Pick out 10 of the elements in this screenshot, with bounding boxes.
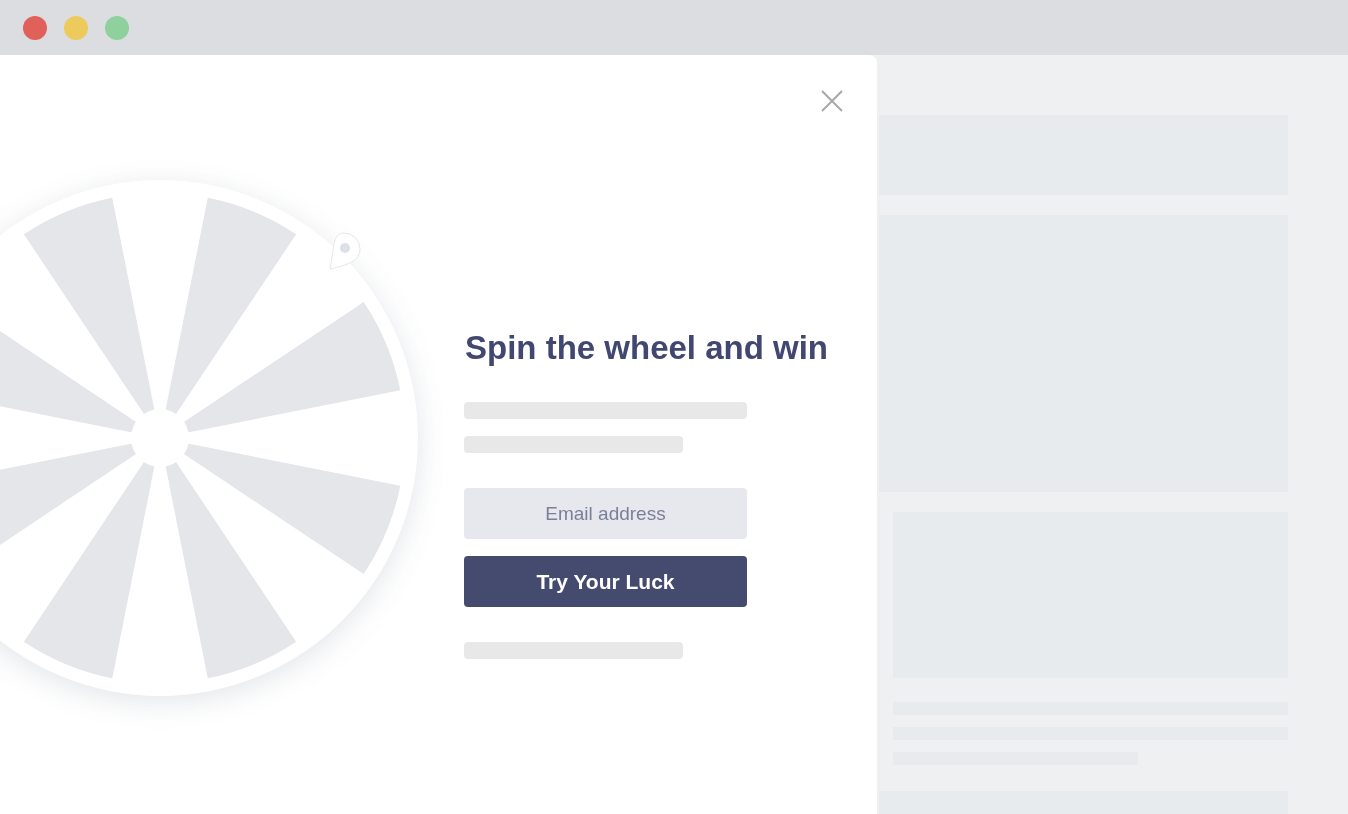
- close-icon[interactable]: [820, 89, 844, 113]
- wheel-drawing[interactable]: [0, 197, 401, 679]
- minimize-window-button[interactable]: [64, 15, 88, 40]
- maximize-window-button[interactable]: [105, 15, 129, 40]
- popup-title: Spin the wheel and win: [465, 328, 824, 368]
- try-your-luck-button[interactable]: Try Your Luck: [464, 556, 747, 607]
- email-field[interactable]: Email address: [464, 488, 747, 539]
- pointer-pin-icon: [329, 232, 361, 270]
- close-window-button[interactable]: [23, 15, 47, 40]
- wheel-hub: [131, 409, 189, 467]
